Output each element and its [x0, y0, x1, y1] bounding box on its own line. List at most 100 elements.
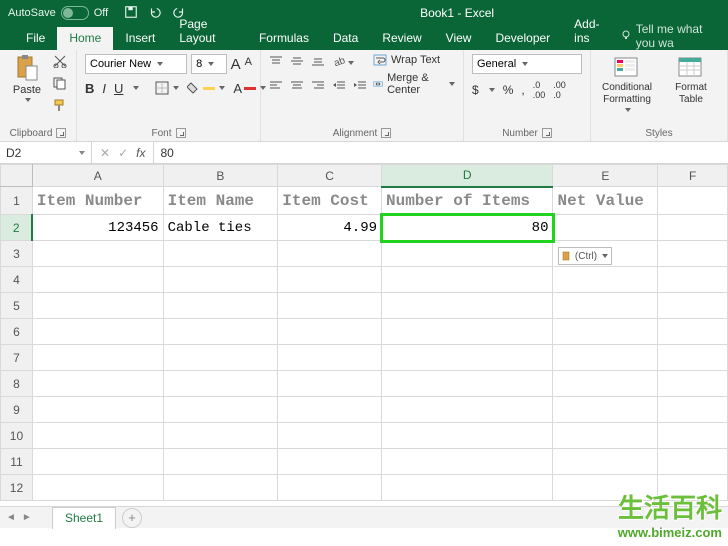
- increase-decimal-icon[interactable]: .0.00: [533, 80, 546, 100]
- name-box[interactable]: D2: [0, 142, 92, 163]
- formula-bar[interactable]: 80: [154, 142, 728, 163]
- paste-button[interactable]: Paste: [8, 54, 46, 116]
- cell[interactable]: [658, 345, 728, 371]
- cell[interactable]: [658, 241, 728, 267]
- cell[interactable]: [163, 293, 278, 319]
- cell[interactable]: [658, 397, 728, 423]
- number-format-combo[interactable]: General: [472, 54, 582, 74]
- cell[interactable]: [382, 371, 553, 397]
- cell[interactable]: [382, 241, 553, 267]
- cell[interactable]: [553, 423, 658, 449]
- cell[interactable]: [658, 267, 728, 293]
- cell[interactable]: [658, 293, 728, 319]
- cell[interactable]: [278, 267, 382, 293]
- underline-button[interactable]: U: [114, 81, 123, 96]
- cell[interactable]: [163, 267, 278, 293]
- cell-f1[interactable]: [658, 187, 728, 215]
- undo-icon[interactable]: [148, 5, 162, 22]
- increase-indent-icon[interactable]: [353, 78, 367, 96]
- merge-center-button[interactable]: Merge & Center: [373, 72, 455, 96]
- cell[interactable]: [658, 371, 728, 397]
- cell[interactable]: [658, 319, 728, 345]
- cell[interactable]: [32, 475, 163, 501]
- cancel-icon[interactable]: ✕: [100, 146, 110, 160]
- sheet-nav-next-icon[interactable]: ►: [22, 512, 32, 523]
- col-header-a[interactable]: A: [32, 165, 163, 187]
- cell-c1[interactable]: Item Cost: [278, 187, 382, 215]
- cell[interactable]: [553, 293, 658, 319]
- tab-developer[interactable]: Developer: [483, 27, 562, 50]
- row-header-9[interactable]: 9: [1, 397, 33, 423]
- align-left-icon[interactable]: [269, 78, 283, 96]
- decrease-decimal-icon[interactable]: .00.0: [553, 80, 566, 100]
- font-name-combo[interactable]: Courier New: [85, 54, 187, 74]
- percent-button[interactable]: %: [503, 83, 514, 97]
- cell[interactable]: [163, 319, 278, 345]
- cell[interactable]: [278, 475, 382, 501]
- row-header-12[interactable]: 12: [1, 475, 33, 501]
- tab-review[interactable]: Review: [370, 27, 433, 50]
- italic-button[interactable]: I: [102, 81, 106, 96]
- cell-d2-selected[interactable]: 80: [382, 215, 553, 241]
- cell-e1[interactable]: Net Value: [553, 187, 658, 215]
- cell[interactable]: [658, 475, 728, 501]
- col-header-d[interactable]: D: [382, 165, 553, 187]
- cell[interactable]: [32, 241, 163, 267]
- tab-insert[interactable]: Insert: [113, 27, 167, 50]
- cell[interactable]: [163, 241, 278, 267]
- wrap-text-button[interactable]: Wrap Text: [373, 54, 455, 66]
- row-header-1[interactable]: 1: [1, 187, 33, 215]
- tab-home[interactable]: Home: [57, 27, 113, 50]
- col-header-b[interactable]: B: [163, 165, 278, 187]
- row-header-10[interactable]: 10: [1, 423, 33, 449]
- tab-formulas[interactable]: Formulas: [247, 27, 321, 50]
- copy-icon[interactable]: [52, 76, 68, 95]
- cell[interactable]: [163, 423, 278, 449]
- align-top-icon[interactable]: [269, 54, 283, 72]
- tab-data[interactable]: Data: [321, 27, 370, 50]
- row-header-3[interactable]: 3: [1, 241, 33, 267]
- cell[interactable]: [32, 345, 163, 371]
- dialog-launcher-icon[interactable]: [381, 128, 391, 138]
- align-bottom-icon[interactable]: [311, 54, 325, 72]
- fx-icon[interactable]: fx: [136, 146, 145, 160]
- row-header-6[interactable]: 6: [1, 319, 33, 345]
- cell[interactable]: [382, 319, 553, 345]
- save-icon[interactable]: [124, 5, 138, 22]
- format-table-button[interactable]: FormatTable: [663, 54, 719, 117]
- cell[interactable]: [32, 423, 163, 449]
- enter-icon[interactable]: ✓: [118, 146, 128, 160]
- cell[interactable]: [553, 319, 658, 345]
- cell[interactable]: [382, 397, 553, 423]
- new-sheet-button[interactable]: +: [122, 508, 142, 528]
- cell[interactable]: [382, 267, 553, 293]
- row-header-8[interactable]: 8: [1, 371, 33, 397]
- grow-shrink-font[interactable]: AA: [231, 56, 252, 73]
- cell-a1[interactable]: Item Number: [32, 187, 163, 215]
- tab-addins[interactable]: Add-ins: [562, 13, 620, 50]
- paste-options-smarttag[interactable]: (Ctrl): [558, 247, 612, 265]
- cell-e2[interactable]: [553, 215, 658, 241]
- tell-me-search[interactable]: Tell me what you wa: [620, 22, 728, 50]
- cell[interactable]: [163, 345, 278, 371]
- cell[interactable]: [163, 449, 278, 475]
- cell[interactable]: [32, 371, 163, 397]
- row-header-4[interactable]: 4: [1, 267, 33, 293]
- cell[interactable]: [382, 293, 553, 319]
- cell[interactable]: [32, 397, 163, 423]
- cell-b1[interactable]: Item Name: [163, 187, 278, 215]
- tab-file[interactable]: File: [14, 27, 57, 50]
- cell-f2[interactable]: [658, 215, 728, 241]
- autosave-toggle[interactable]: [61, 6, 89, 20]
- align-right-icon[interactable]: [311, 78, 325, 96]
- cell-d1[interactable]: Number of Items: [382, 187, 553, 215]
- dialog-launcher-icon[interactable]: [56, 128, 66, 138]
- cell-b2[interactable]: Cable ties: [163, 215, 278, 241]
- cell[interactable]: [553, 449, 658, 475]
- col-header-e[interactable]: E: [553, 165, 658, 187]
- cell[interactable]: [32, 293, 163, 319]
- align-middle-icon[interactable]: [290, 54, 304, 72]
- cell[interactable]: [382, 475, 553, 501]
- row-header-2[interactable]: 2: [1, 215, 33, 241]
- cell[interactable]: [382, 345, 553, 371]
